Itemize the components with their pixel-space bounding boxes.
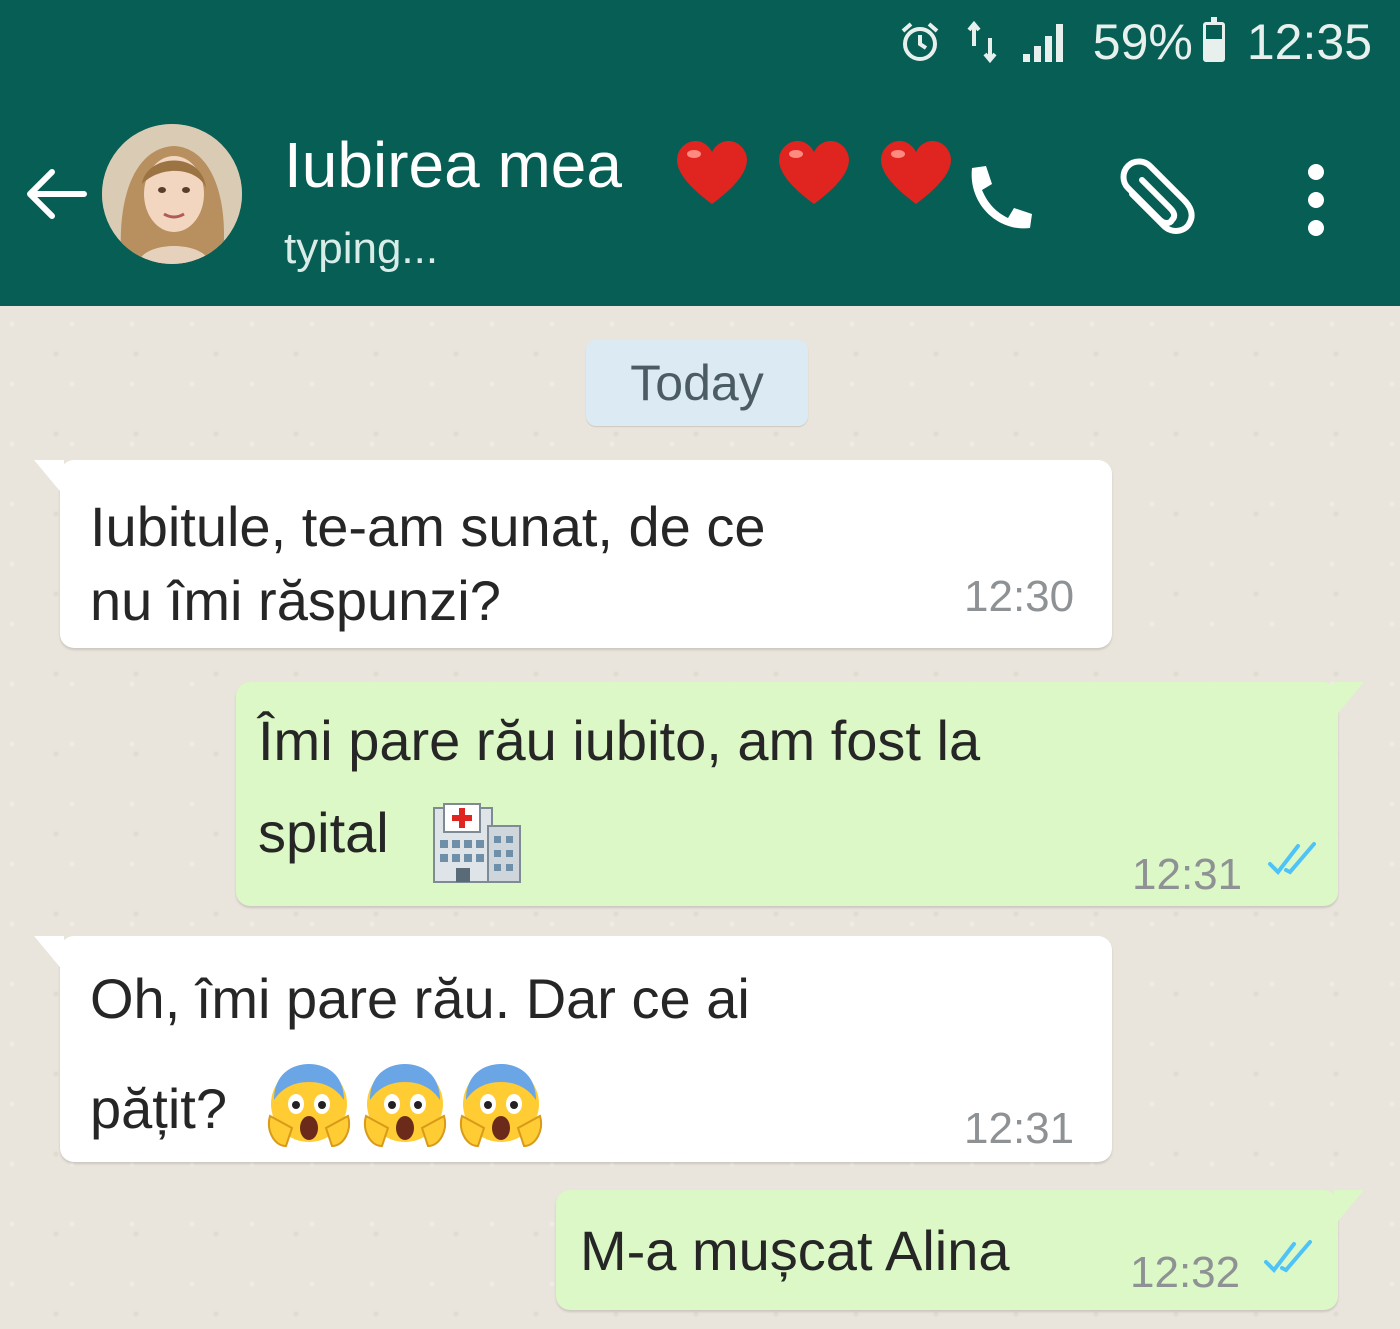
message-text: Iubitule, te-am sunat, de ce nu îmi răsp… — [90, 495, 766, 632]
read-ticks-icon — [1264, 1240, 1312, 1274]
message-time: 12:31 — [964, 1104, 1075, 1153]
emoji-group — [266, 1058, 544, 1150]
date-divider: Today — [586, 340, 808, 426]
incoming-message[interactable]: Oh, îmi pare rău. Dar ce ai pățit? 12:31 — [34, 936, 1112, 1162]
status-bar: 59% 12:35 — [0, 0, 1400, 84]
contact-name[interactable]: Iubirea mea — [284, 128, 622, 202]
contact-status: typing... — [284, 224, 439, 273]
read-ticks-icon — [1268, 842, 1316, 876]
red-heart-emoji — [677, 140, 747, 204]
message-time: 12:31 — [1132, 850, 1243, 899]
message-time: 12:30 — [964, 572, 1075, 621]
message-text: Îmi pare rău iubito, am fost la — [258, 709, 981, 772]
more-vertical-icon[interactable] — [1296, 160, 1336, 240]
bubble-tail — [1334, 682, 1364, 718]
avatar[interactable] — [102, 124, 242, 264]
incoming-message[interactable]: Iubitule, te-am sunat, de ce nu îmi răsp… — [34, 460, 1112, 648]
bubble-tail — [34, 936, 64, 972]
message-time: 12:32 — [1130, 1248, 1241, 1297]
chat-area[interactable]: Today Iubitule, te-am sunat, de ce nu îm… — [0, 306, 1400, 1329]
chat-header: Iubirea mea typing... — [0, 84, 1400, 306]
name-emoji-group — [672, 136, 956, 208]
screaming-face-emoji — [364, 1064, 446, 1148]
status-time: 12:35 — [1246, 14, 1372, 70]
screaming-face-emoji — [460, 1064, 542, 1148]
outgoing-message[interactable]: M-a mușcat Alina 12:32 — [556, 1190, 1364, 1310]
data-arrows-icon — [965, 20, 999, 64]
message-text-line2: pățit? — [90, 1077, 227, 1140]
paperclip-icon[interactable] — [1110, 156, 1200, 246]
battery-level-fill — [1205, 38, 1222, 59]
outgoing-message[interactable]: Îmi pare rău iubito, am fost la spital 1… — [236, 682, 1364, 906]
battery-icon — [1202, 17, 1225, 62]
bubble-tail — [1334, 1190, 1364, 1226]
message-text: M-a mușcat Alina — [580, 1219, 1010, 1282]
status-indicators: 59% 12:35 — [897, 0, 1372, 84]
signal-bars-icon — [1021, 20, 1071, 64]
battery-percent: 59% — [1092, 14, 1193, 70]
message-text: Oh, îmi pare rău. Dar ce ai — [90, 967, 750, 1030]
alarm-clock-icon — [897, 19, 943, 65]
bubble-tail — [34, 460, 64, 496]
back-arrow-icon[interactable] — [20, 164, 90, 224]
hospital-emoji — [432, 800, 522, 902]
red-heart-emoji — [779, 140, 849, 204]
screaming-face-emoji — [268, 1064, 350, 1148]
message-text-line2: spital — [258, 801, 389, 864]
phone-call-icon[interactable] — [958, 160, 1038, 240]
red-heart-emoji — [881, 140, 951, 204]
